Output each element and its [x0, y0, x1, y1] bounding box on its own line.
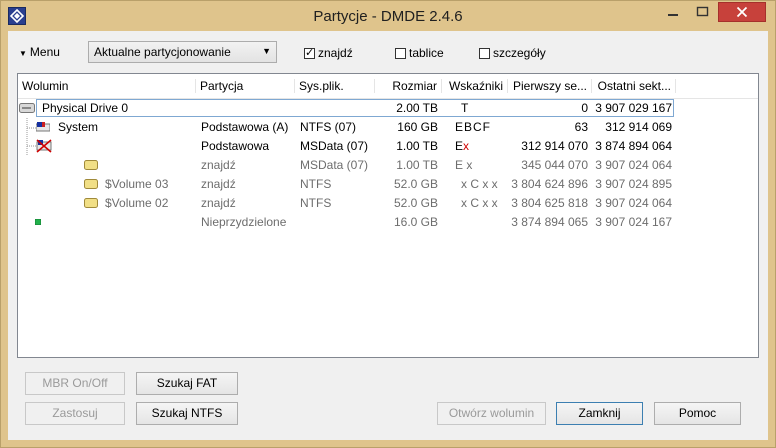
menu-button[interactable]: ▼ Menu [19, 45, 60, 59]
close-icon[interactable] [718, 2, 766, 22]
partition-cell: Podstawowa (A) [201, 120, 289, 134]
first-sector-cell: 3 874 894 065 [511, 215, 588, 229]
partition-cell: Podstawowa [201, 139, 270, 153]
list-header: Wolumin Partycja Sys.plik. Rozmiar Wskaź… [18, 74, 758, 99]
menu-arrow-icon: ▼ [19, 49, 27, 58]
open-volume-button[interactable]: Otwórz wolumin [437, 402, 546, 425]
details-checkbox-box[interactable] [479, 47, 490, 59]
size-cell: 52.0 GB [393, 196, 438, 210]
col-size[interactable]: Rozmiar [375, 79, 442, 93]
view-select-value: Aktualne partycjonowanie [94, 45, 231, 59]
find-checkbox-box[interactable] [304, 46, 315, 59]
apply-button[interactable]: Zastosuj [25, 402, 125, 425]
fs-cell: MSData (07) [300, 158, 369, 172]
volume-name: Physical Drive 0 [42, 101, 129, 115]
fs-cell: NTFS [300, 196, 332, 210]
volume-name: $Volume 03 [105, 177, 169, 191]
title-bar[interactable]: Partycje - DMDE 2.4.6 [1, 1, 775, 31]
details-checkbox-label: szczegóły [493, 46, 546, 60]
last-sector-cell: 312 914 069 [605, 120, 672, 134]
size-cell: 2.00 TB [396, 101, 438, 115]
maximize-icon[interactable] [689, 2, 716, 22]
size-cell: 160 GB [397, 120, 438, 134]
size-cell: 1.00 TB [396, 139, 438, 153]
mbr-toggle-button[interactable]: MBR On/Off [25, 372, 125, 395]
volume-name: $Volume 02 [105, 196, 169, 210]
first-sector-cell: 63 [574, 120, 588, 134]
last-sector-cell: 3 907 024 167 [595, 215, 672, 229]
first-sector-cell: 3 804 624 896 [511, 177, 588, 191]
search-ntfs-button[interactable]: Szukaj NTFS [136, 402, 238, 425]
size-cell: 1.00 TB [396, 158, 438, 172]
col-volume[interactable]: Wolumin [18, 79, 196, 93]
col-flags[interactable]: Wskaźniki [442, 79, 508, 93]
col-partition[interactable]: Partycja [196, 79, 295, 93]
find-checkbox[interactable]: znajdź [304, 46, 353, 60]
windows-partition-icon [36, 122, 50, 132]
fs-cell: NTFS [300, 177, 332, 191]
last-sector-cell: 3 874 894 064 [595, 139, 672, 153]
menu-label: Menu [29, 45, 60, 59]
partition-cell: znajdź [201, 158, 236, 172]
close-button[interactable]: Zamknij [556, 402, 643, 425]
last-sector-cell: 3 907 024 895 [595, 177, 672, 191]
chevron-down-icon: ▼ [262, 46, 271, 56]
partition-cell: Nieprzydzielone [201, 215, 287, 229]
volume-drive-icon [84, 198, 98, 208]
flags-cell: x C x x [461, 177, 498, 191]
table-row[interactable]: $Volume 03 znajdź NTFS 52.0 GB x C x x 3… [18, 175, 758, 194]
partition-cell: znajdź [201, 177, 236, 191]
col-fs[interactable]: Sys.plik. [295, 79, 375, 93]
tables-checkbox[interactable]: tablice [395, 46, 444, 60]
flags-cell: T [461, 101, 469, 115]
size-cell: 52.0 GB [393, 177, 438, 191]
tables-checkbox-label: tablice [409, 46, 444, 60]
fs-cell: NTFS (07) [300, 120, 357, 134]
table-row[interactable]: Nieprzydzielone 16.0 GB 3 874 894 065 3 … [18, 213, 758, 232]
flags-cell: EBCF [455, 120, 492, 134]
volume-name: System [58, 120, 99, 134]
search-fat-button[interactable]: Szukaj FAT [136, 372, 238, 395]
last-sector-cell: 3 907 029 167 [595, 101, 672, 115]
fs-cell: MSData (07) [300, 139, 369, 153]
col-first-sector[interactable]: Pierwszy se... [508, 79, 592, 93]
partition-list[interactable]: Wolumin Partycja Sys.plik. Rozmiar Wskaź… [17, 73, 759, 358]
deleted-partition-icon [36, 139, 52, 153]
table-row[interactable]: znajdź MSData (07) 1.00 TB E x 345 044 0… [18, 156, 758, 175]
first-sector-cell: 345 044 070 [521, 158, 588, 172]
last-sector-cell: 3 907 024 064 [595, 196, 672, 210]
app-window: Partycje - DMDE 2.4.6 ▼ Menu Aktualne par… [0, 0, 776, 448]
volume-drive-icon [84, 179, 98, 189]
table-row[interactable]: $Volume 02 znajdź NTFS 52.0 GB x C x x 3… [18, 194, 758, 213]
free-space-icon [35, 219, 41, 225]
first-sector-cell: 312 914 070 [521, 139, 588, 153]
details-checkbox[interactable]: szczegóły [479, 46, 546, 60]
dialog-body: ▼Menu Aktualne partycjonowanie ▼ znajdź … [8, 31, 768, 440]
partition-cell: znajdź [201, 196, 236, 210]
volume-drive-icon [84, 160, 98, 170]
flags-cell: E x [455, 158, 473, 172]
hard-drive-icon [19, 103, 35, 113]
flags-error-mark: x [463, 139, 470, 153]
first-sector-cell: 3 804 625 818 [511, 196, 588, 210]
table-row[interactable]: Podstawowa MSData (07) 1.00 TB Ex 312 91… [18, 137, 758, 156]
view-select[interactable]: Aktualne partycjonowanie ▼ [88, 41, 277, 63]
size-cell: 16.0 GB [393, 215, 438, 229]
minimize-icon[interactable] [659, 2, 687, 22]
find-checkbox-label: znajdź [318, 46, 353, 60]
last-sector-cell: 3 907 024 064 [595, 158, 672, 172]
first-sector-cell: 0 [581, 101, 588, 115]
col-last-sector[interactable]: Ostatni sekt... [592, 79, 676, 93]
flags-cell: x C x x [461, 196, 498, 210]
help-button[interactable]: Pomoc [654, 402, 741, 425]
tables-checkbox-box[interactable] [395, 47, 406, 59]
table-row[interactable]: Physical Drive 0 2.00 TB T 0 3 907 029 1… [18, 99, 758, 118]
table-row[interactable]: System Podstawowa (A) NTFS (07) 160 GB E… [18, 118, 758, 137]
flags-cell: E [455, 139, 464, 153]
